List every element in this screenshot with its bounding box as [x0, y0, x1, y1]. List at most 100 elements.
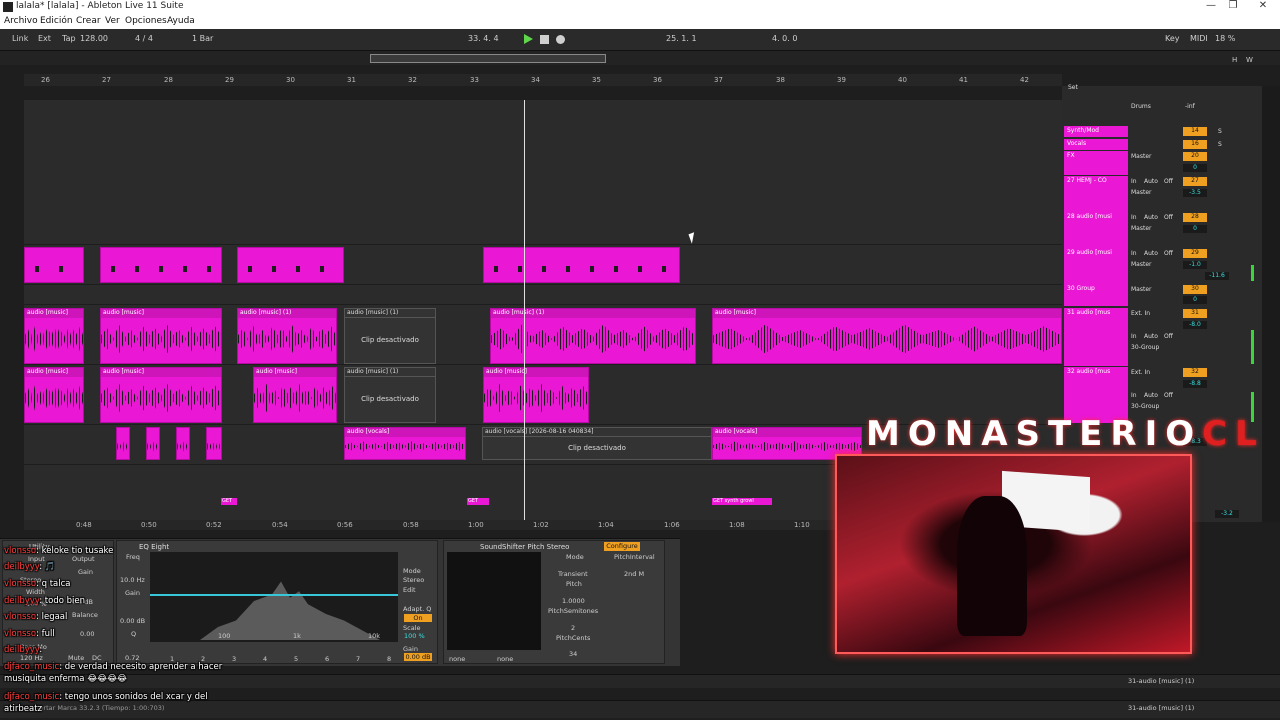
play-icon[interactable] [524, 34, 533, 44]
eq-band-button[interactable]: 6 [325, 655, 329, 663]
loop-length[interactable]: 4. 0. 0 [772, 34, 797, 43]
master-pan-value[interactable]: -3.2 [1215, 510, 1239, 518]
track-lane[interactable] [24, 285, 1062, 305]
solo-button[interactable]: S [1218, 141, 1222, 148]
quantize-select[interactable]: 1 Bar [192, 34, 213, 43]
track-lane[interactable] [24, 100, 1062, 245]
tempo-field[interactable]: 128.00 [80, 34, 108, 43]
vertical-scrollbar[interactable] [1262, 86, 1280, 522]
monitor-in[interactable]: In [1131, 392, 1137, 399]
ss-mode-value[interactable]: Transient [558, 570, 588, 578]
monitor-off[interactable]: Off [1164, 392, 1173, 399]
deactivated-clip[interactable]: audio [music] (1) Clip desactivado [344, 367, 436, 423]
monitor-in[interactable]: In [1131, 178, 1137, 185]
monitor-off[interactable]: Off [1164, 214, 1173, 221]
volume-value[interactable]: 0 [1183, 225, 1207, 233]
midi-clip[interactable] [483, 247, 680, 283]
audio-clip[interactable]: audio [music] [253, 367, 337, 423]
deactivated-clip[interactable]: audio [music] (1) Clip desactivado [344, 308, 436, 364]
menu-crear[interactable]: Crear [76, 16, 101, 26]
volume-value[interactable]: 0 [1183, 296, 1207, 304]
output-select[interactable]: Master [1131, 225, 1152, 232]
output-select[interactable]: 30-Group [1131, 344, 1159, 351]
eq-band-button[interactable]: 7 [356, 655, 360, 663]
track-number[interactable]: 27 [1183, 177, 1207, 186]
audio-clip[interactable]: audio [music] (1) [237, 308, 337, 364]
track-header[interactable]: 31 audio [mus [1064, 308, 1128, 366]
monitor-off[interactable]: Off [1164, 178, 1173, 185]
tap-button[interactable]: Tap [62, 34, 76, 43]
track-header[interactable]: 30 Group [1064, 284, 1128, 306]
midi-clip[interactable] [237, 247, 344, 283]
eq-output-gain-value[interactable]: 0.00 dB [404, 653, 432, 661]
audio-clip[interactable] [116, 427, 130, 460]
monitor-auto[interactable]: Auto [1144, 250, 1158, 257]
close-button[interactable]: ✕ [1250, 0, 1276, 11]
ss-cents-value[interactable]: 34 [569, 650, 577, 658]
monitor-auto[interactable]: Auto [1144, 333, 1158, 340]
stop-icon[interactable] [540, 35, 549, 44]
input-select[interactable]: Ext. In [1131, 310, 1150, 317]
audio-clip[interactable] [206, 427, 222, 460]
send-value[interactable]: -inf [1185, 103, 1195, 110]
output-select[interactable]: Master [1131, 261, 1152, 268]
solo-button[interactable]: S [1218, 128, 1222, 135]
monitor-in[interactable]: In [1131, 333, 1137, 340]
monitor-in[interactable]: In [1131, 250, 1137, 257]
maximize-button[interactable]: ❐ [1220, 0, 1246, 11]
menu-edicion[interactable]: Edición [40, 16, 73, 26]
output-select[interactable]: Drums [1131, 103, 1151, 110]
track-number[interactable]: 20 [1183, 152, 1207, 161]
ss-semitones-value[interactable]: 2 [571, 624, 575, 632]
audio-clip[interactable] [146, 427, 160, 460]
ss-sidechain-select[interactable]: none [449, 655, 465, 663]
audio-clip[interactable]: audio [music] [100, 308, 222, 364]
ext-button[interactable]: Ext [38, 34, 51, 43]
overview-window[interactable] [370, 54, 606, 63]
eq-mode-select[interactable]: Stereo [403, 576, 424, 584]
h-button[interactable]: H [1232, 56, 1237, 64]
midi-clip[interactable] [100, 247, 222, 283]
menu-opciones[interactable]: Opciones [125, 16, 167, 26]
volume-value[interactable]: -3.5 [1183, 189, 1207, 197]
record-icon[interactable] [556, 35, 565, 44]
monitor-auto[interactable]: Auto [1144, 392, 1158, 399]
ss-pitch-value[interactable]: 1.0000 [562, 597, 585, 605]
eq-band-button[interactable]: 8 [387, 655, 391, 663]
track-header[interactable]: Synth/Mod [1064, 126, 1128, 137]
eq-scale-value[interactable]: 100 % [404, 632, 425, 640]
eq-band-button[interactable]: 4 [263, 655, 267, 663]
output-select[interactable]: Master [1131, 153, 1152, 160]
track-header[interactable]: 28 audio [musi [1064, 212, 1128, 248]
audio-clip[interactable]: audio [vocals] [344, 427, 466, 460]
monitor-in[interactable]: In [1131, 214, 1137, 221]
locator[interactable]: GET synth growl [712, 498, 772, 505]
arrangement-overview[interactable] [0, 51, 1280, 65]
pan-value[interactable]: -11.6 [1205, 272, 1229, 280]
audio-clip[interactable] [176, 427, 190, 460]
audio-clip[interactable]: audio [music] (1) [490, 308, 696, 364]
volume-value[interactable]: -1.0 [1183, 261, 1207, 269]
configure-button[interactable]: Configure [604, 542, 640, 551]
ss-interval-value[interactable]: 2nd M [624, 570, 644, 578]
menu-ver[interactable]: Ver [105, 16, 120, 26]
track-number[interactable]: 32 [1183, 368, 1207, 377]
output-select[interactable]: Master [1131, 286, 1152, 293]
ss-sidechain-select[interactable]: none [497, 655, 513, 663]
midi-clip[interactable] [24, 247, 84, 283]
eq-adapt-q-toggle[interactable]: On [404, 614, 432, 622]
midi-map-button[interactable]: MIDI [1190, 34, 1208, 43]
audio-clip[interactable]: audio [music] [24, 308, 84, 364]
track-number[interactable]: 16 [1183, 140, 1207, 149]
output-select[interactable]: 30-Group [1131, 403, 1159, 410]
eq-band-button[interactable]: 5 [294, 655, 298, 663]
output-select[interactable]: Master [1131, 189, 1152, 196]
track-header[interactable]: 27 HEMJ - CO [1064, 176, 1128, 212]
locator[interactable]: GET [221, 498, 237, 505]
link-button[interactable]: Link [12, 34, 28, 43]
track-header[interactable]: Vocals [1064, 139, 1128, 150]
track-number[interactable]: 14 [1183, 127, 1207, 136]
volume-value[interactable]: -8.8 [1183, 380, 1207, 388]
track-number[interactable]: 29 [1183, 249, 1207, 258]
key-map-button[interactable]: Key [1165, 34, 1180, 43]
